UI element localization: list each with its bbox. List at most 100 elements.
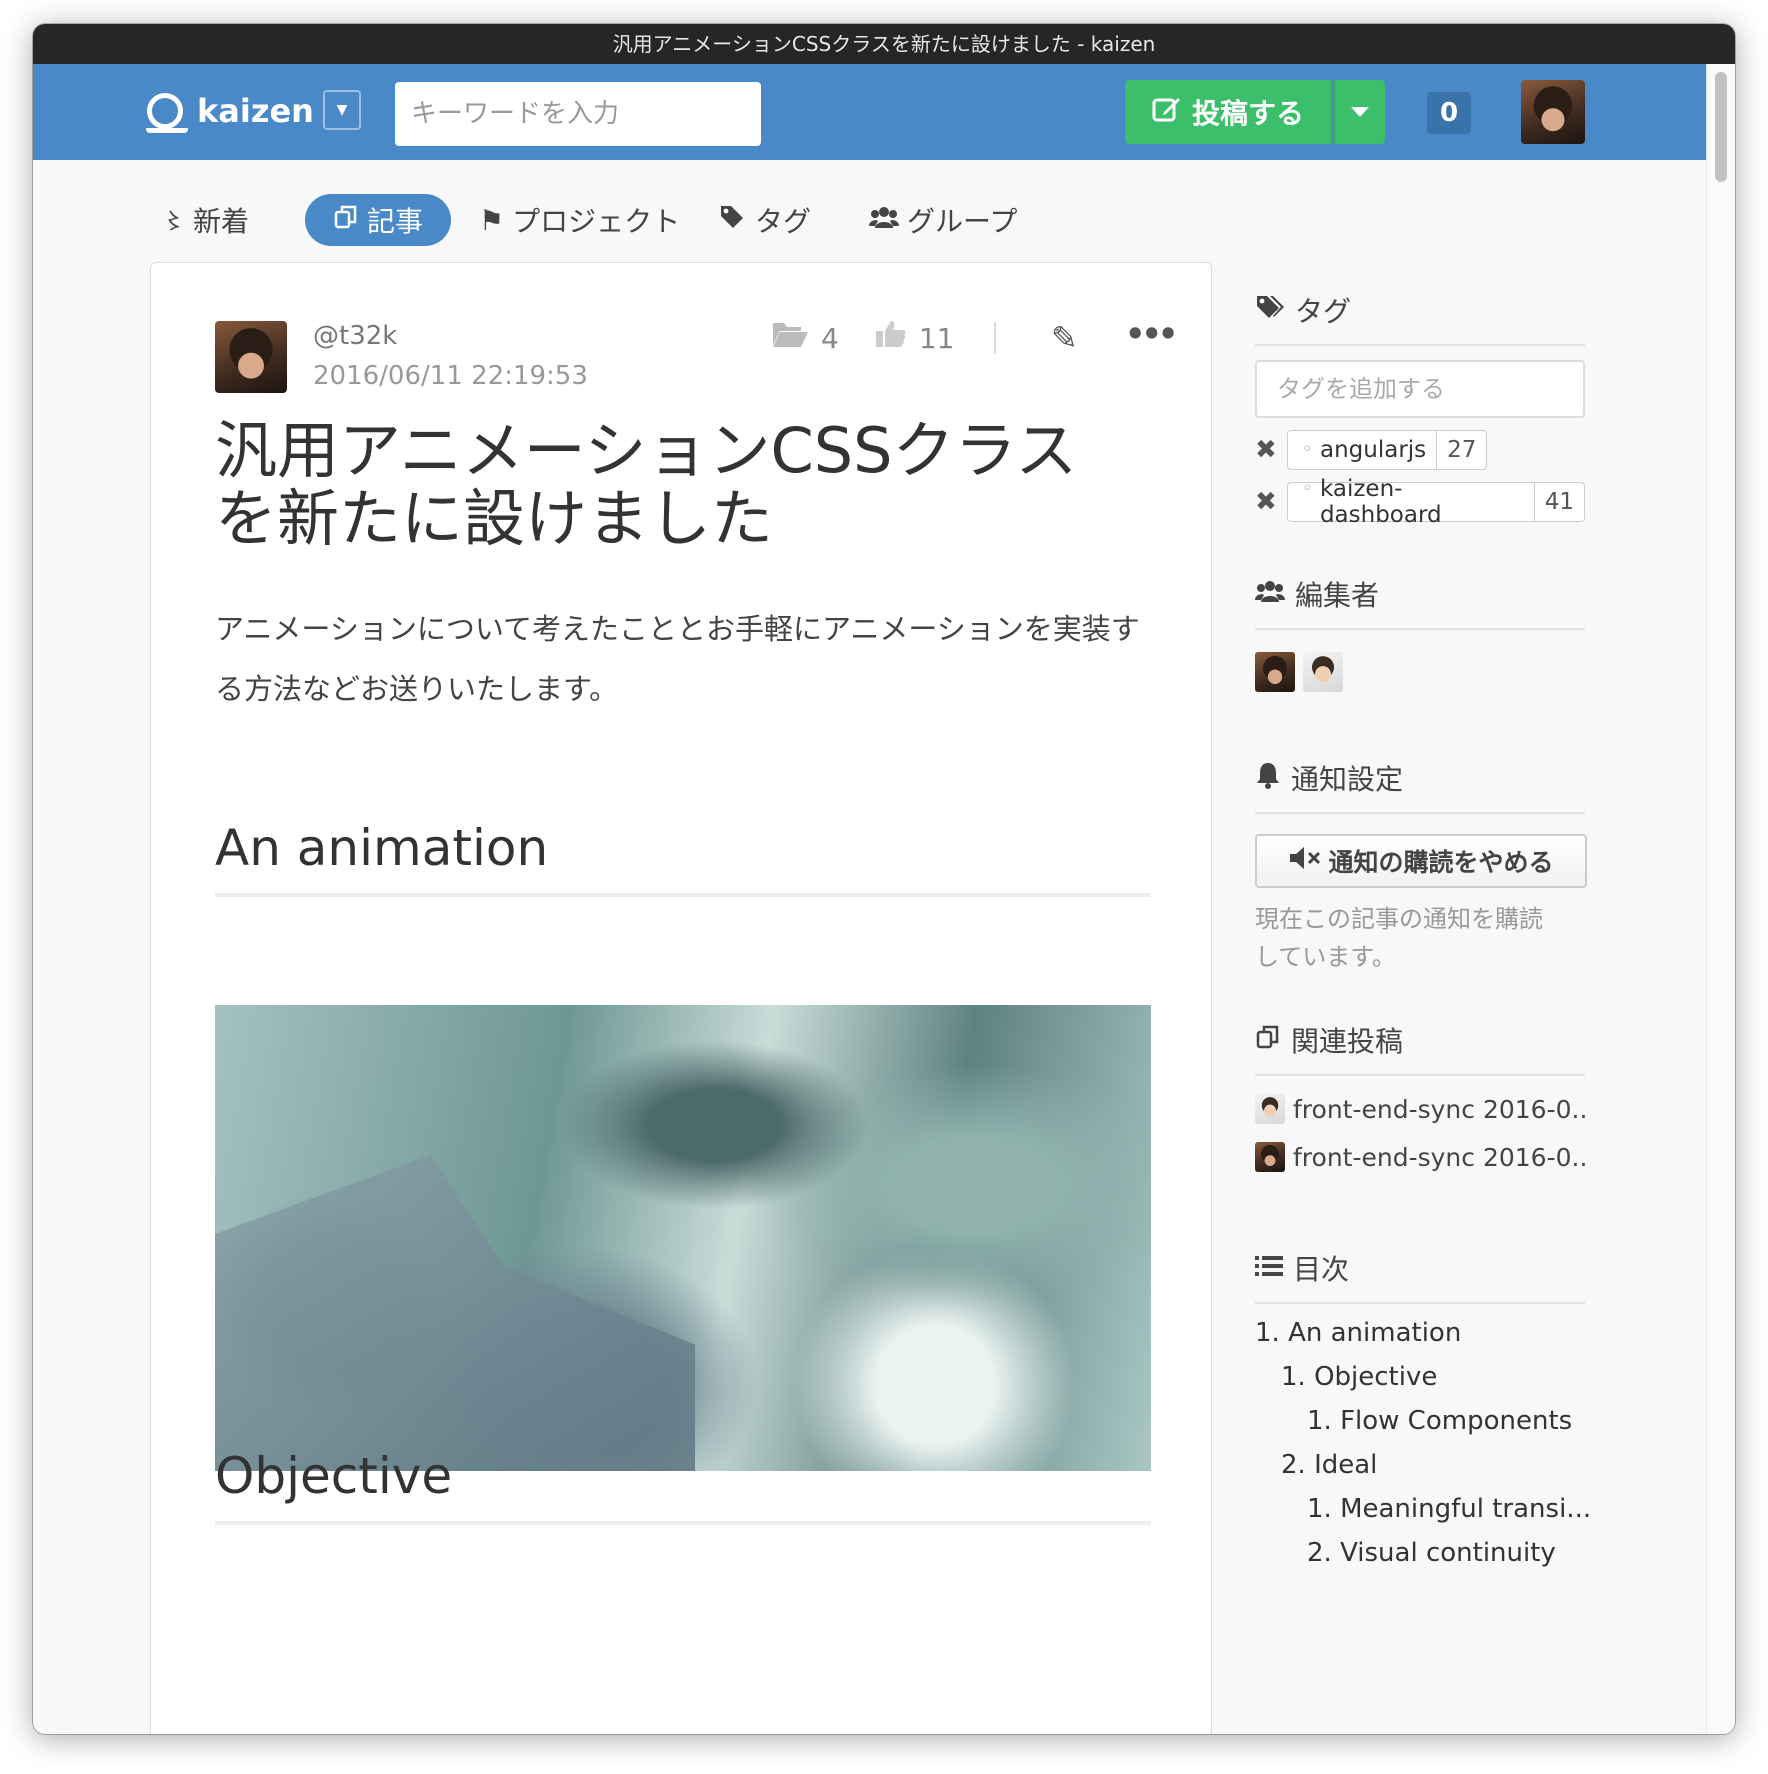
- article-meta: 4 11: [771, 319, 1036, 357]
- tab-tags[interactable]: タグ: [719, 194, 811, 246]
- tag-pill[interactable]: angularjs 27: [1287, 430, 1488, 470]
- rss-icon: 〻: [163, 210, 186, 235]
- editors-heading: 編集者: [1255, 574, 1585, 630]
- like-count: 11: [918, 321, 955, 355]
- button-label: 通知の購読をやめる: [1328, 848, 1554, 877]
- logo-text: kaizen: [197, 92, 314, 130]
- thumbs-up-icon[interactable]: [875, 319, 907, 357]
- tag-item: ✖ kaizen-dashboard 41: [1255, 476, 1585, 528]
- article-card: @t32k 2016/06/11 22:19:53 4 11 ✎ ••• 汎用ア…: [150, 262, 1212, 1734]
- users-icon: [1255, 578, 1285, 611]
- tab-label: 記事: [367, 205, 424, 238]
- remove-tag-icon[interactable]: ✖: [1255, 487, 1287, 517]
- users-icon: [869, 204, 899, 237]
- divider: [994, 322, 997, 354]
- author-name[interactable]: @t32k: [313, 321, 397, 351]
- unsubscribe-button[interactable]: 通知の購読をやめる: [1255, 834, 1587, 888]
- kaizen-logo-icon: [146, 93, 188, 133]
- post-button-label: 投稿する: [1191, 97, 1304, 130]
- hero-image-water: [215, 1005, 1151, 1471]
- folder-count: 4: [821, 321, 839, 355]
- toc-item[interactable]: 2. Visual continuity: [1255, 1538, 1585, 1568]
- post-date: 2016/06/11 22:19:53: [313, 361, 588, 391]
- bell-icon: [1255, 761, 1281, 796]
- edit-square-icon: [1152, 94, 1182, 131]
- notification-count-badge[interactable]: 0: [1427, 92, 1471, 134]
- editors-section: 編集者: [1255, 574, 1585, 692]
- author-avatar: [1255, 1142, 1285, 1172]
- tag-name: kaizen-dashboard: [1288, 476, 1534, 528]
- caret-down-icon: [1351, 107, 1369, 117]
- article-lead: アニメーションについて考えたこととお手軽にアニメーションを実装する方法などお送り…: [215, 612, 1140, 706]
- search-input[interactable]: キーワードを入力: [395, 82, 761, 146]
- author-avatar: [1255, 1094, 1285, 1124]
- toc-heading: 目次: [1255, 1248, 1585, 1304]
- editor-list: [1255, 652, 1585, 692]
- scrollbar-thumb[interactable]: [1715, 72, 1727, 182]
- tag-count: 41: [1533, 483, 1584, 521]
- related-post-item[interactable]: front-end-sync 2016-0...: [1255, 1142, 1585, 1172]
- window-title: 汎用アニメーションCSSクラスを新たに設けました - kaizen: [33, 24, 1735, 64]
- remove-tag-icon[interactable]: ✖: [1255, 435, 1287, 465]
- tab-label: グループ: [907, 205, 1018, 238]
- related-post-item[interactable]: front-end-sync 2016-0...: [1255, 1094, 1585, 1124]
- logo-dropdown-button[interactable]: ▼: [323, 90, 361, 130]
- tags-icon: [1255, 294, 1285, 327]
- tag-name: angularjs: [1288, 437, 1436, 463]
- tag-item: ✖ angularjs 27: [1255, 430, 1585, 470]
- notification-section: 通知設定 通知の購読をやめる 現在この記事の通知を購読しています。: [1255, 758, 1587, 976]
- editor-avatar[interactable]: [1303, 652, 1343, 692]
- related-post-title: front-end-sync 2016-0...: [1293, 1142, 1585, 1172]
- author-avatar[interactable]: [215, 321, 287, 393]
- tag-add-input[interactable]: タグを追加する: [1255, 360, 1585, 418]
- article-title: 汎用アニメーションCSSクラスを新たに設けました: [215, 414, 1078, 555]
- tab-new[interactable]: 〻 新着: [163, 194, 249, 246]
- section-heading-animation: An animation: [215, 819, 1151, 897]
- pencil-icon[interactable]: ✎: [1051, 319, 1078, 357]
- tab-projects[interactable]: ⚑ プロジェクト: [479, 194, 680, 246]
- heading-label: タグ: [1295, 295, 1352, 328]
- post-dropdown-button[interactable]: [1333, 80, 1385, 144]
- toc-item[interactable]: 1. An animation: [1255, 1318, 1585, 1348]
- tags-section: タグ タグを追加する ✖ angularjs 27 ✖ kaizen-dashb…: [1255, 290, 1585, 528]
- tab-label: プロジェクト: [512, 205, 681, 238]
- section-heading-objective: Objective: [215, 1447, 1151, 1525]
- documents-icon: [333, 204, 359, 237]
- scrollbar[interactable]: [1706, 64, 1735, 1734]
- related-heading: 関連投稿: [1255, 1020, 1585, 1076]
- post-button[interactable]: 投稿する: [1125, 80, 1331, 144]
- tag-count: 27: [1436, 431, 1486, 469]
- browser-window: 汎用アニメーションCSSクラスを新たに設けました - kaizen kaizen…: [33, 24, 1735, 1734]
- caret-down-icon: ▼: [336, 102, 348, 118]
- related-section: 関連投稿 front-end-sync 2016-0... front-end-…: [1255, 1020, 1585, 1172]
- heading-label: 通知設定: [1291, 763, 1404, 796]
- tab-articles[interactable]: 記事: [305, 194, 452, 246]
- subscription-note: 現在この記事の通知を購読しています。: [1255, 905, 1543, 971]
- more-dots-icon[interactable]: •••: [1125, 315, 1178, 353]
- toc-item[interactable]: 2. Ideal: [1255, 1450, 1585, 1480]
- tab-label: 新着: [193, 205, 250, 238]
- tab-label: タグ: [755, 205, 812, 238]
- list-icon: [1255, 1252, 1283, 1285]
- toc-item[interactable]: 1. Meaningful transi...: [1255, 1494, 1591, 1524]
- tab-groups[interactable]: グループ: [869, 194, 1017, 246]
- volume-off-icon: [1288, 845, 1322, 877]
- user-avatar[interactable]: [1521, 80, 1585, 144]
- flag-icon: ⚑: [479, 203, 505, 237]
- toc-section: 目次 1. An animation 1. Objective 1. Flow …: [1255, 1248, 1591, 1568]
- tag-pill[interactable]: kaizen-dashboard 41: [1286, 476, 1585, 528]
- heading-label: 関連投稿: [1291, 1025, 1404, 1058]
- heading-label: 目次: [1293, 1253, 1350, 1286]
- heading-label: 編集者: [1295, 579, 1380, 612]
- folder-open-icon[interactable]: [771, 319, 809, 357]
- notification-heading: 通知設定: [1255, 758, 1585, 814]
- toc-item[interactable]: 1. Objective: [1255, 1362, 1585, 1392]
- tags-heading: タグ: [1255, 290, 1585, 346]
- documents-icon: [1255, 1024, 1281, 1057]
- top-navbar: kaizen ▼ キーワードを入力 投稿する 0: [33, 64, 1735, 160]
- toc-item[interactable]: 1. Flow Components: [1255, 1406, 1585, 1436]
- editor-avatar[interactable]: [1255, 652, 1295, 692]
- logo[interactable]: kaizen: [146, 92, 314, 133]
- related-post-title: front-end-sync 2016-0...: [1293, 1094, 1585, 1124]
- tags-icon: [719, 204, 747, 237]
